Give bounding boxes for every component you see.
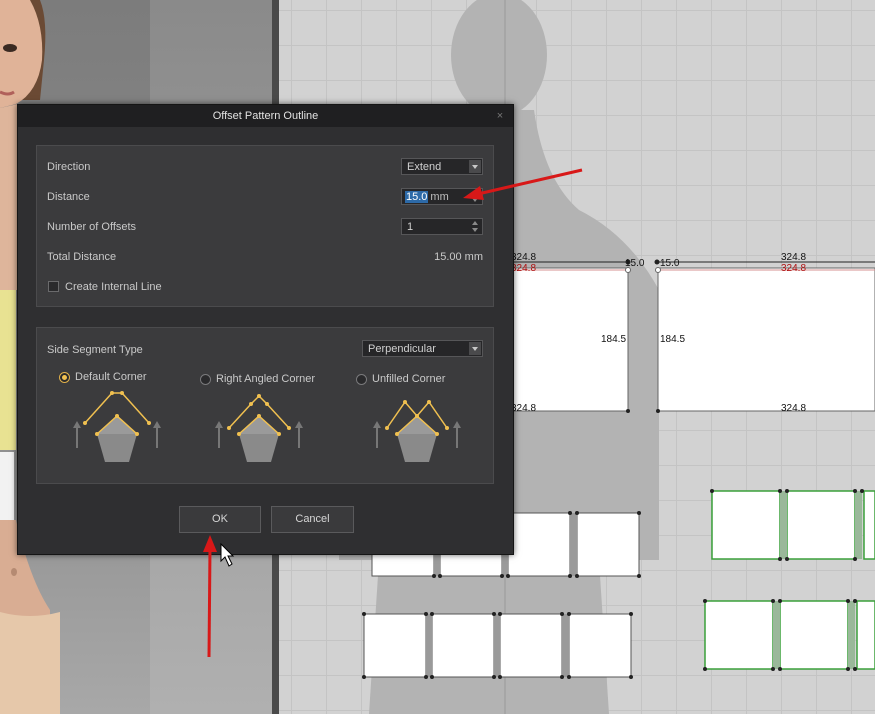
selected-pieces-row-2[interactable] [703,599,875,671]
total-distance-value: 15.00 mm [434,251,483,263]
close-icon[interactable]: × [493,105,507,127]
unfilled-corner-radio[interactable] [356,374,367,385]
spinner-icon[interactable] [470,190,481,203]
side-segment-type-dropdown[interactable]: Perpendicular [362,340,483,357]
dim-left-top: 324.8 [511,252,537,263]
cancel-button[interactable]: Cancel [271,506,354,533]
side-segment-group: Side Segment Type Perpendicular Default … [36,327,494,484]
default-corner-illustration [73,391,161,462]
dim-right-top: 324.8 [781,252,807,263]
direction-value: Extend [407,161,442,173]
dialog-title: Offset Pattern Outline [212,110,319,122]
side-segment-type-label: Side Segment Type [47,344,143,356]
distance-value: 15.0 [405,191,429,203]
dim-left-top-offset: 324.8 [511,263,537,274]
dim-left-offset: 15.0 [625,258,645,269]
number-of-offsets-label: Number of Offsets [47,221,137,233]
dim-left-side: 184.5 [601,334,627,345]
side-segment-type-value: Perpendicular [368,343,436,355]
right-angled-corner-label[interactable]: Right Angled Corner [216,373,315,385]
distance-input[interactable]: 15.0 mm [401,188,483,205]
dim-right-side: 184.5 [660,334,686,345]
offset-settings-group: Direction Extend Distance 15.0 mm Number … [36,145,494,307]
chevron-down-icon [469,342,481,355]
selected-pieces-row-1[interactable] [710,489,875,561]
dim-right-top-offset: 324.8 [781,263,807,274]
offset-pattern-outline-dialog: Offset Pattern Outline × Direction Exten… [17,104,514,555]
dialog-titlebar[interactable]: Offset Pattern Outline [18,105,513,127]
unfilled-corner-label[interactable]: Unfilled Corner [372,373,445,385]
number-of-offsets-input[interactable]: 1 [401,218,483,235]
distance-unit: mm [430,191,449,203]
create-internal-line-checkbox[interactable] [48,281,59,292]
number-of-offsets-value: 1 [407,221,414,233]
pattern-piece-right[interactable] [654,259,875,414]
dim-left-bottom: 324.8 [511,403,537,414]
dim-right-offset: 15.0 [660,258,680,269]
default-corner-radio[interactable] [59,372,70,383]
create-internal-line-label[interactable]: Create Internal Line [65,281,162,293]
dim-right-bottom: 324.8 [781,403,807,414]
right-angled-corner-illustration [215,394,303,462]
spinner-icon[interactable] [470,220,481,233]
distance-label: Distance [47,191,90,203]
ok-button[interactable]: OK [179,506,261,533]
right-angled-corner-radio[interactable] [200,374,211,385]
direction-dropdown[interactable]: Extend [401,158,483,175]
chevron-down-icon [469,160,481,173]
unfilled-corner-illustration [373,400,461,462]
direction-label: Direction [47,161,91,173]
default-corner-label[interactable]: Default Corner [75,371,147,383]
total-distance-label: Total Distance [47,251,117,263]
